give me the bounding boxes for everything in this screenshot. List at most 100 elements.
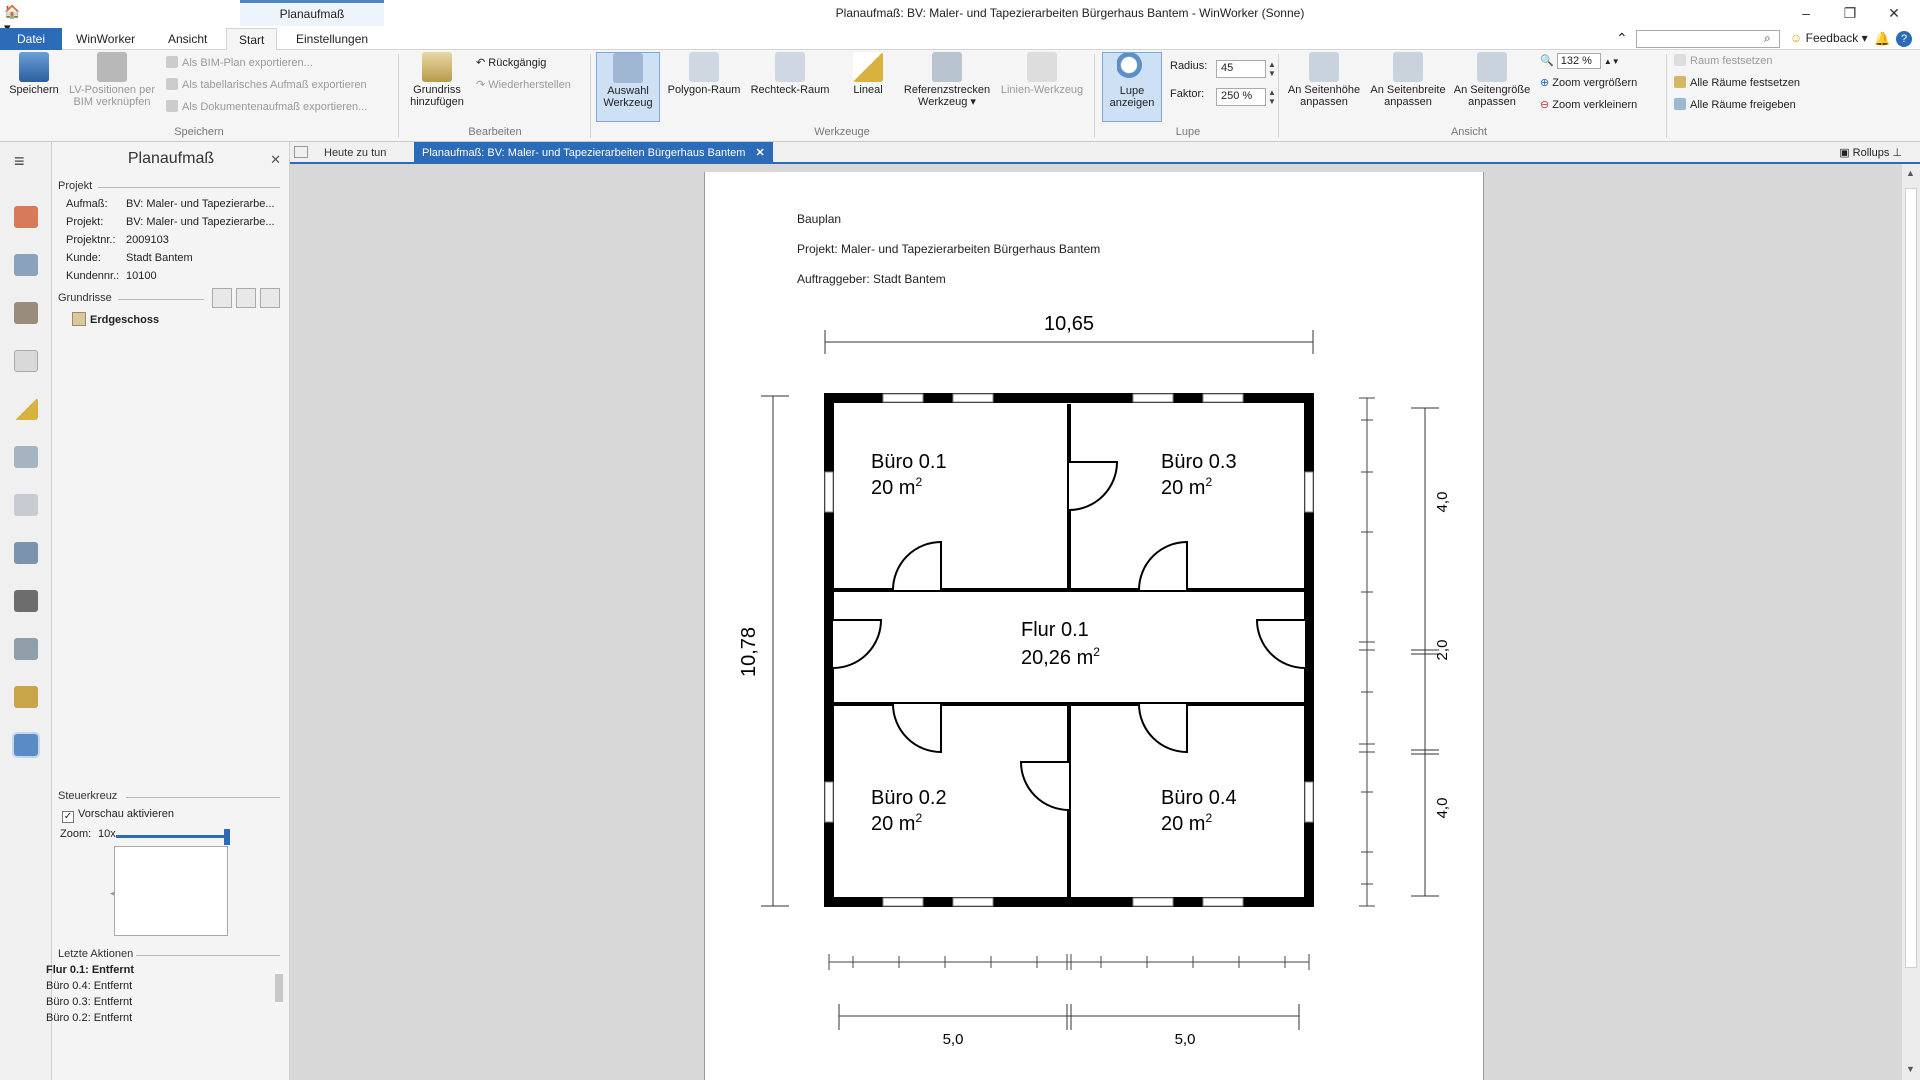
- add-plan-button[interactable]: Grundriss hinzufügen: [402, 52, 472, 108]
- save-button[interactable]: Speichern: [4, 52, 64, 96]
- fit-height-button[interactable]: An Seitenhöhe anpassen: [1282, 52, 1366, 108]
- redo-button[interactable]: ↷ Wiederherstellen: [476, 76, 571, 94]
- zoom-slider[interactable]: [116, 829, 230, 845]
- room-buero-0-4[interactable]: Büro 0.4 20 m2: [1161, 787, 1237, 835]
- minimize-button[interactable]: –: [1786, 2, 1826, 26]
- collapse-ribbon-icon[interactable]: ⌃: [1616, 30, 1628, 47]
- hamburger-menu-icon[interactable]: ≡: [14, 152, 38, 170]
- plan-delete-icon[interactable]: [260, 288, 280, 308]
- help-icon[interactable]: ?: [1896, 31, 1912, 47]
- winworker-icon[interactable]: 🏠▾: [4, 4, 24, 35]
- scroll-down-icon[interactable]: ▼: [1906, 1064, 1915, 1074]
- fit-height-label: An Seitenhöhe anpassen: [1287, 84, 1361, 108]
- floorplan-icon[interactable]: [12, 732, 40, 758]
- maximize-button[interactable]: ❐: [1830, 2, 1870, 26]
- list-item[interactable]: Büro 0.2: Entfernt: [46, 1010, 232, 1026]
- fit-height-icon: [1309, 52, 1339, 82]
- zoom-level-spinner[interactable]: 🔍 132 % ▲▼: [1540, 52, 1620, 70]
- radius-spinner[interactable]: Radius: 45 ▲ ▼: [1170, 60, 1276, 78]
- fix-all-rooms-button[interactable]: Alle Räume festsetzen: [1674, 74, 1800, 92]
- zoom-in-button[interactable]: ⊕ Zoom vergrößern: [1540, 74, 1637, 92]
- radius-input[interactable]: 45: [1216, 60, 1266, 78]
- search-icon[interactable]: ⌕: [1764, 31, 1771, 46]
- list-icon[interactable]: [14, 494, 38, 516]
- list-item[interactable]: Büro 0.3: Entfernt: [46, 994, 232, 1010]
- dimension-bottom-label: 5,0: [1175, 1031, 1196, 1048]
- fit-page-button[interactable]: An Seitengröße anpassen: [1450, 52, 1534, 108]
- ruler-icon[interactable]: [14, 398, 38, 420]
- polygon-room-button[interactable]: Polygon-Raum: [662, 52, 746, 96]
- rectangle-room-button[interactable]: Rechteck-Raum: [746, 52, 834, 96]
- time-icon[interactable]: [14, 638, 38, 660]
- spinner-arrows-icon[interactable]: ▲▼: [1604, 57, 1620, 66]
- invoice-icon[interactable]: [14, 686, 38, 708]
- select-tool-button[interactable]: Auswahl Werkzeug: [596, 52, 660, 122]
- tab-start[interactable]: Start: [226, 28, 278, 50]
- slider-handle[interactable]: [224, 829, 230, 845]
- tab-heute-zu-tun[interactable]: Heute zu tun: [316, 142, 394, 164]
- panel-toggle-icon[interactable]: [294, 146, 308, 158]
- plan-edit-icon[interactable]: [236, 288, 256, 308]
- plan-down-icon[interactable]: [212, 288, 232, 308]
- zoom-level-input[interactable]: 132 %: [1556, 53, 1601, 69]
- contacts-icon[interactable]: [14, 302, 38, 324]
- line-tool-button[interactable]: Linien-Werkzeug: [996, 52, 1088, 96]
- scrollbar-thumb[interactable]: [275, 974, 283, 1002]
- close-icon[interactable]: ✕: [270, 152, 281, 168]
- rooms-unlock-icon: [1674, 98, 1686, 110]
- calculator-icon[interactable]: [14, 590, 38, 612]
- scrollbar-thumb[interactable]: [1905, 188, 1917, 968]
- floorplan-drawing[interactable]: 10,65 10,78 4,0 2,0 4,0 Büro 0.1 20 m2 B…: [705, 172, 1485, 1080]
- list-item[interactable]: Büro 0.4: Entfernt: [46, 978, 232, 994]
- ruler-button[interactable]: Lineal: [836, 52, 900, 96]
- magnifier-button[interactable]: Lupe anzeigen: [1102, 52, 1162, 122]
- section-grundrisse: Grundrisse: [58, 292, 112, 304]
- preview-checkbox[interactable]: ✓ Vorschau aktivieren: [62, 808, 174, 823]
- rollups-button[interactable]: ▣ Rollups ⊥: [1839, 146, 1902, 159]
- spinner-arrows-icon[interactable]: ▲▼: [1268, 88, 1276, 106]
- tab-ansicht[interactable]: Ansicht: [156, 28, 219, 50]
- export-bim-button[interactable]: Als BIM-Plan exportieren...: [166, 54, 313, 72]
- search-input[interactable]: [1636, 30, 1780, 48]
- fit-width-icon: [1393, 52, 1423, 82]
- document-icon[interactable]: [14, 350, 38, 372]
- tab-einstellungen[interactable]: Einstellungen: [284, 28, 380, 50]
- release-all-rooms-button[interactable]: Alle Räume freigeben: [1674, 96, 1796, 114]
- room-buero-0-2[interactable]: Büro 0.2 20 m2: [871, 787, 947, 835]
- room-flur-0-1[interactable]: Flur 0.1 20,26 m2: [1021, 619, 1100, 669]
- reference-tool-button[interactable]: Referenzstrecken Werkzeug ▾: [900, 52, 994, 108]
- factor-spinner[interactable]: Faktor: 250 % ▲ ▼: [1170, 88, 1276, 106]
- zoom-out-button[interactable]: ⊖ Zoom verkleinern: [1540, 96, 1637, 114]
- calendar-icon[interactable]: [14, 206, 38, 228]
- plan-page[interactable]: Bauplan Projekt: Maler- und Tapezierarbe…: [704, 172, 1484, 1080]
- feedback-button[interactable]: ☺ Feedback ▾: [1790, 31, 1868, 45]
- tab-planaufmass[interactable]: Planaufmaß: BV: Maler- und Tapezierarbei…: [414, 142, 773, 164]
- lv-bim-link-button[interactable]: LV-Positionen per BIM verknüpfen: [64, 52, 160, 108]
- dashboard-icon[interactable]: [14, 254, 38, 276]
- tab-winworker[interactable]: WinWorker: [64, 28, 147, 50]
- module-icon-strip: ≡: [0, 142, 52, 1080]
- room-buero-0-3[interactable]: Büro 0.3 20 m2: [1161, 451, 1237, 499]
- undo-button[interactable]: ↶ Rückgängig: [476, 54, 546, 72]
- tab-datei[interactable]: Datei: [0, 28, 62, 50]
- room-buero-0-1[interactable]: Büro 0.1 20 m2: [871, 451, 947, 499]
- close-tab-icon[interactable]: ✕: [755, 147, 764, 159]
- tools-icon[interactable]: [14, 542, 38, 564]
- actions-scrollbar[interactable]: [274, 964, 284, 1024]
- notification-icon[interactable]: 🔔: [1874, 31, 1890, 47]
- vertical-scrollbar[interactable]: ▲ ▼: [1902, 164, 1920, 1080]
- floor-item-erdgeschoss[interactable]: Erdgeschoss: [72, 312, 159, 326]
- preview-pad[interactable]: [114, 846, 228, 936]
- export-table-button[interactable]: Als tabellarisches Aufmaß exportieren: [166, 76, 367, 94]
- factor-input[interactable]: 250 %: [1216, 88, 1266, 106]
- fix-room-button[interactable]: Raum festsetzen: [1674, 52, 1773, 70]
- close-button[interactable]: ✕: [1874, 2, 1914, 26]
- scroll-up-icon[interactable]: ▲: [1906, 168, 1915, 178]
- pin-icon[interactable]: ⊥: [1892, 147, 1902, 159]
- list-item[interactable]: Flur 0.1: Entfernt: [46, 962, 232, 978]
- orders-icon[interactable]: [14, 446, 38, 468]
- export-doc-button[interactable]: Als Dokumentenaufmaß exportieren...: [166, 98, 367, 116]
- group-separator: [1094, 54, 1095, 138]
- spinner-arrows-icon[interactable]: ▲▼: [1268, 60, 1276, 78]
- fit-width-button[interactable]: An Seitenbreite anpassen: [1366, 52, 1450, 108]
